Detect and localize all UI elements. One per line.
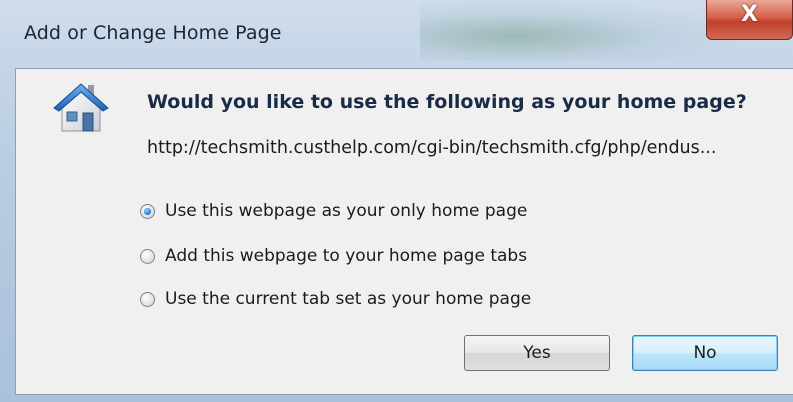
option-only-home-page[interactable]: Use this webpage as your only home page <box>140 197 527 225</box>
radio-button-selected[interactable] <box>140 203 155 219</box>
close-button[interactable]: X <box>706 0 793 40</box>
close-icon: X <box>741 2 758 27</box>
radio-button[interactable] <box>140 291 155 307</box>
option-label: Add this webpage to your home page tabs <box>165 246 528 266</box>
dialog-body: Would you like to use the following as y… <box>15 68 793 395</box>
window-title: Add or Change Home Page <box>24 22 282 44</box>
home-page-url: http://techsmith.custhelp.com/cgi-bin/te… <box>147 138 717 158</box>
yes-button[interactable]: Yes <box>464 335 610 371</box>
option-label: Use the current tab set as your home pag… <box>165 289 532 309</box>
title-bar[interactable]: Add or Change Home Page X <box>0 0 793 68</box>
dialog-window: Add or Change Home Page X Would you like… <box>0 0 793 402</box>
radio-button[interactable] <box>140 248 155 264</box>
no-button[interactable]: No <box>632 335 778 371</box>
confirmation-question: Would you like to use the following as y… <box>147 91 747 113</box>
option-label: Use this webpage as your only home page <box>165 201 528 221</box>
house-icon <box>53 83 109 132</box>
option-current-tab-set[interactable]: Use the current tab set as your home pag… <box>140 285 531 313</box>
option-add-to-tabs[interactable]: Add this webpage to your home page tabs <box>140 242 527 270</box>
